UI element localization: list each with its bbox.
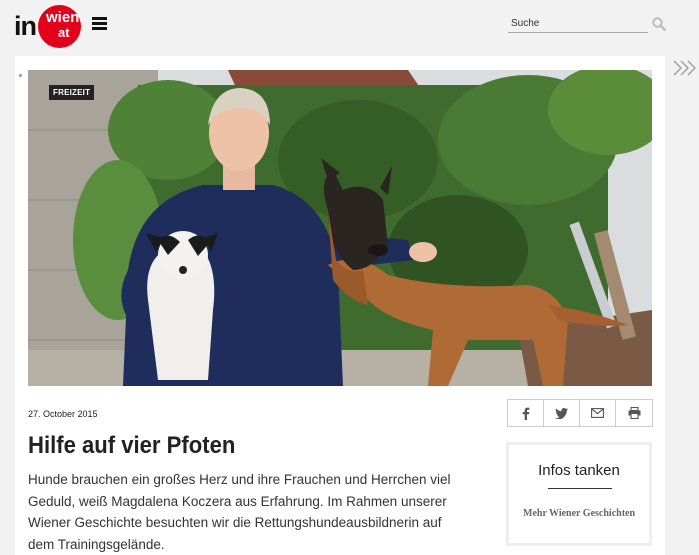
sidebox-heading: Infos tanken — [538, 462, 620, 479]
search-bar — [508, 15, 668, 35]
article-hero-image: FREIZEIT — [28, 70, 652, 386]
print-button[interactable] — [616, 400, 652, 426]
hero-photo-illustration — [28, 70, 652, 386]
logo-in-text: in — [14, 11, 37, 41]
article-date: 27. October 2015 — [28, 409, 98, 419]
article-lead: Hunde brauchen ein großes Herz und ihre … — [28, 472, 451, 552]
site-logo[interactable]: in wien at — [14, 5, 82, 49]
share-twitter-button[interactable] — [544, 400, 580, 426]
share-facebook-button[interactable] — [508, 400, 544, 426]
category-badge[interactable]: FREIZEIT — [49, 85, 95, 100]
twitter-icon — [555, 407, 568, 419]
logo-circle: wien at — [38, 5, 81, 48]
facebook-icon — [522, 407, 529, 420]
article-panel: FREIZEIT 27. October 2015 Hilfe auf vier… — [15, 56, 665, 555]
print-icon — [628, 407, 640, 419]
mehr-wiener-geschichten-link[interactable]: Mehr Wiener Geschichten — [523, 508, 643, 520]
next-article-arrow-icon[interactable] — [672, 58, 698, 78]
search-icon[interactable] — [652, 17, 666, 31]
logo-at-text: at — [58, 25, 70, 40]
article-title: Hilfe auf vier Pfoten — [28, 432, 236, 459]
bullet-dot — [19, 74, 22, 77]
mail-icon — [591, 408, 604, 418]
sidebox-divider — [548, 488, 612, 489]
share-mail-button[interactable] — [580, 400, 616, 426]
site-header: in wien at — [0, 0, 699, 56]
hamburger-menu-icon[interactable] — [92, 17, 107, 30]
infos-tanken-box: Infos tanken Mehr Wiener Geschichten — [506, 442, 652, 546]
search-input[interactable] — [508, 15, 648, 33]
logo-wien-text: wien — [46, 9, 80, 26]
share-toolbar — [507, 399, 653, 427]
